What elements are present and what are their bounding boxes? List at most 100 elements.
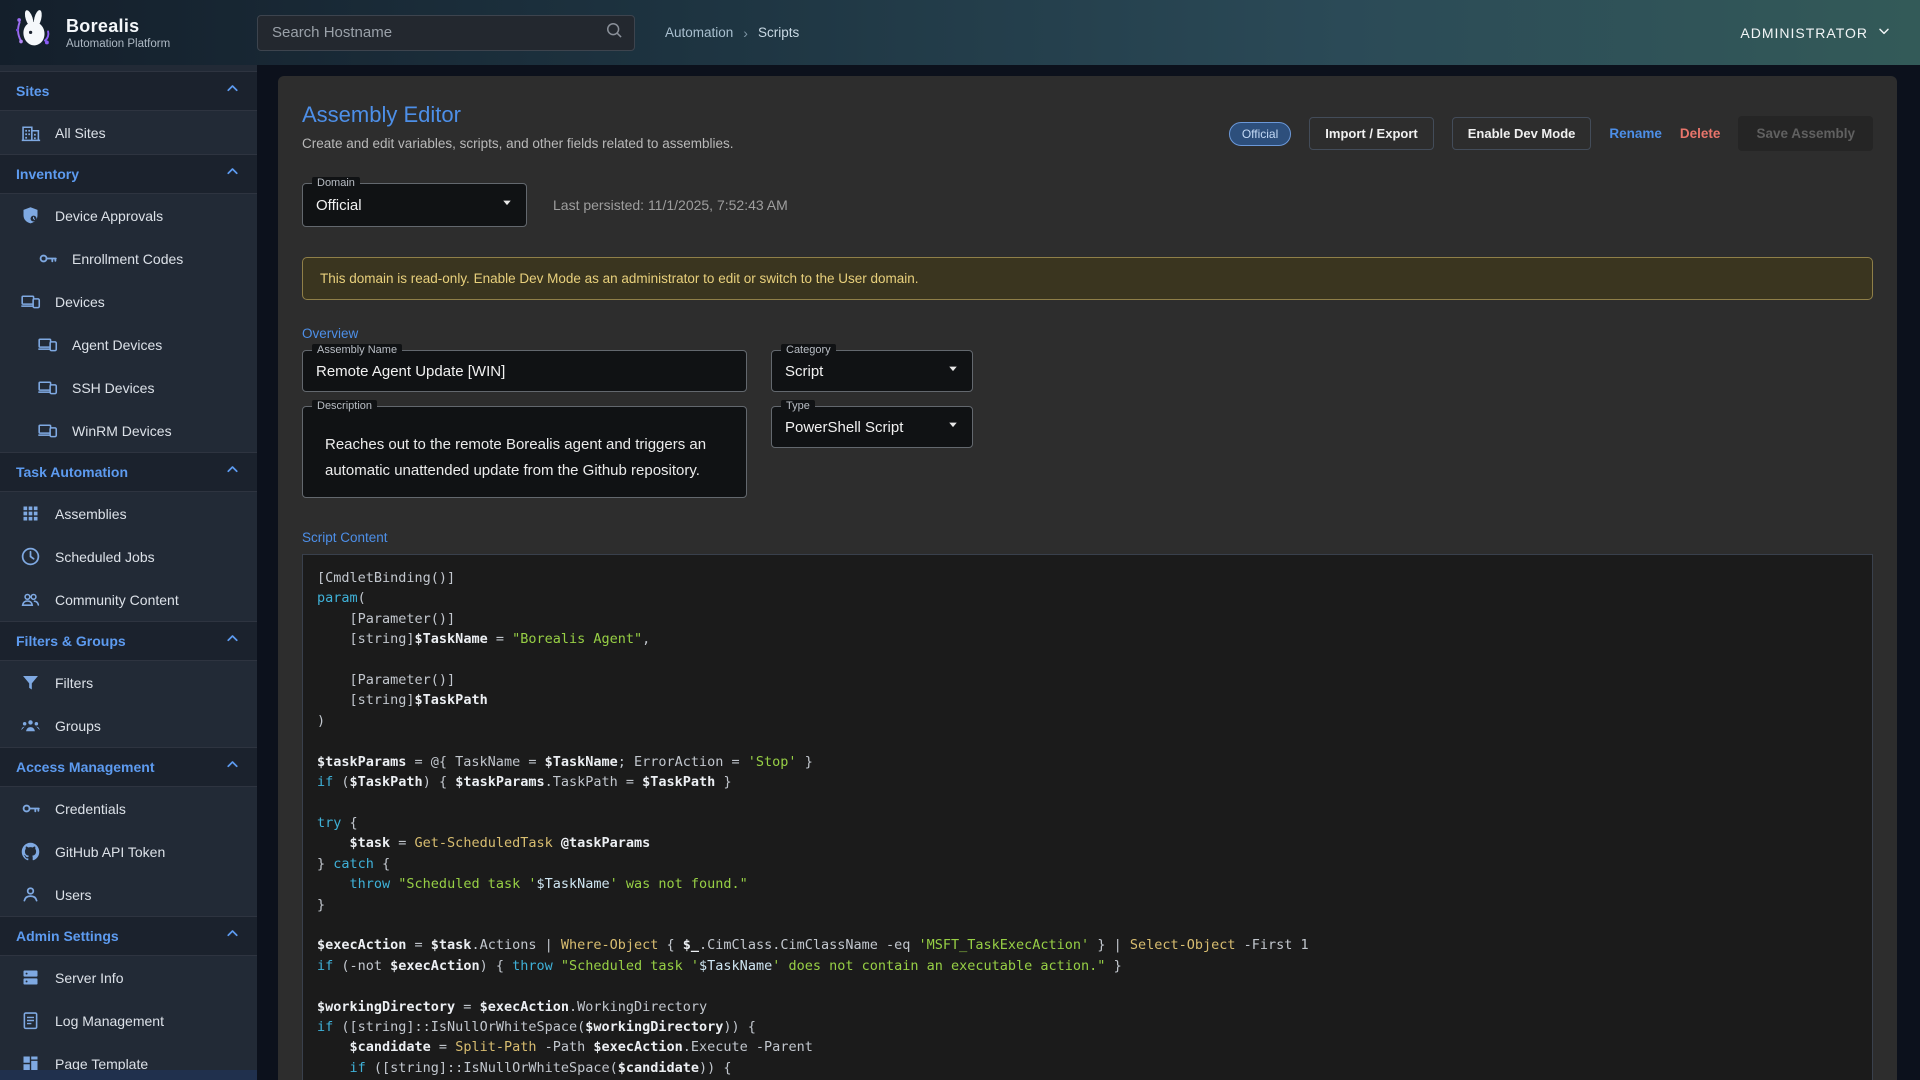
description-text: Reaches out to the remote Borealis agent… — [303, 407, 746, 484]
code-line: $execAction = $task.Actions | Where-Obje… — [317, 935, 1858, 955]
code-line: [CmdletBinding()] — [317, 568, 1858, 588]
sidebar-section-access-management[interactable]: Access Management — [0, 747, 257, 787]
sidebar-item-filters[interactable]: Filters — [0, 661, 257, 704]
sidebar-item-community-content[interactable]: Community Content — [0, 578, 257, 621]
dropdown-caret-icon — [498, 194, 516, 217]
app-root: Borealis Automation Platform Automation … — [0, 0, 1920, 1080]
sidebar-item-ssh-devices[interactable]: SSH Devices — [0, 366, 257, 409]
last-persisted-text: Last persisted: 11/1/2025, 7:52:43 AM — [553, 197, 788, 213]
sidebar-item-label: WinRM Devices — [72, 423, 172, 439]
sidebar-item-label: Server Info — [55, 970, 123, 986]
sidebar-item-server-info[interactable]: Server Info — [0, 956, 257, 999]
sidebar-section-label: Filters & Groups — [16, 633, 126, 649]
key-icon — [20, 798, 41, 819]
sidebar-section-label: Access Management — [16, 759, 155, 775]
sidebar-item-label: Devices — [55, 294, 105, 310]
chevron-down-icon — [1876, 23, 1892, 42]
enable-dev-mode-button[interactable]: Enable Dev Mode — [1452, 117, 1592, 150]
save-assembly-button[interactable]: Save Assembly — [1738, 116, 1873, 151]
brand-title: Borealis — [66, 16, 170, 37]
code-line: if ($TaskPath) { $taskParams.TaskPath = … — [317, 772, 1858, 792]
brand-subtitle: Automation Platform — [66, 38, 170, 50]
domain-select[interactable]: Domain Official — [302, 183, 527, 227]
assembly-editor-card: Assembly Editor Create and edit variable… — [278, 76, 1897, 1080]
code-line: } — [317, 895, 1858, 915]
sidebar-item-devices[interactable]: Devices — [0, 280, 257, 323]
sidebar-item-credentials[interactable]: Credentials — [0, 787, 257, 830]
code-line — [317, 976, 1858, 996]
sidebar-item-label: Assemblies — [55, 506, 127, 522]
sidebar-section-inventory[interactable]: Inventory — [0, 154, 257, 194]
category-label: Category — [781, 344, 836, 357]
sidebar-section-label: Admin Settings — [16, 928, 119, 944]
sidebar-item-label: All Sites — [55, 125, 106, 141]
assembly-name-input[interactable] — [303, 351, 746, 391]
sidebar-item-log-management[interactable]: Log Management — [0, 999, 257, 1042]
sidebar-section-task-automation[interactable]: Task Automation — [0, 452, 257, 492]
sidebar-item-device-approvals[interactable]: Device Approvals — [0, 194, 257, 237]
sidebar-section-admin-settings[interactable]: Admin Settings — [0, 916, 257, 956]
overview-section-label: Overview — [302, 326, 1873, 341]
sidebar-item-scheduled-jobs[interactable]: Scheduled Jobs — [0, 535, 257, 578]
chevron-up-icon — [224, 925, 241, 947]
user-menu-label: ADMINISTRATOR — [1740, 25, 1868, 41]
page-subtitle: Create and edit variables, scripts, and … — [302, 136, 733, 151]
breadcrumb-scripts[interactable]: Scripts — [758, 25, 799, 40]
sidebar-section-sites[interactable]: Sites — [0, 71, 257, 111]
shield-icon — [20, 205, 41, 226]
code-line: [string]$TaskName = "Borealis Agent", — [317, 629, 1858, 649]
chevron-up-icon — [224, 80, 241, 102]
sidebar-item-groups[interactable]: Groups — [0, 704, 257, 747]
description-label: Description — [312, 400, 377, 413]
sidebar-item-assemblies[interactable]: Assemblies — [0, 492, 257, 535]
type-value: PowerShell Script — [785, 419, 903, 436]
log-icon — [20, 1010, 41, 1031]
user-menu[interactable]: ADMINISTRATOR — [1740, 23, 1892, 42]
sidebar-item-label: Enrollment Codes — [72, 251, 183, 267]
chevron-up-icon — [224, 461, 241, 483]
sidebar-item-label: SSH Devices — [72, 380, 154, 396]
sidebar-item-page-template[interactable]: Page Template — [0, 1042, 257, 1070]
code-line: if ([string]::IsNullOrWhiteSpace($candid… — [317, 1058, 1858, 1078]
description-field[interactable]: Description Reaches out to the remote Bo… — [302, 406, 747, 498]
sidebar-item-enrollment-codes[interactable]: Enrollment Codes — [0, 237, 257, 280]
sidebar-item-winrm-devices[interactable]: WinRM Devices — [0, 409, 257, 452]
code-line: $taskParams = @{ TaskName = $TaskName; E… — [317, 752, 1858, 772]
code-line: throw "Scheduled task '$TaskName' was no… — [317, 874, 1858, 894]
sidebar-item-label: Device Approvals — [55, 208, 163, 224]
code-line: if ([string]::IsNullOrWhiteSpace($workin… — [317, 1017, 1858, 1037]
sidebar-item-all-sites[interactable]: All Sites — [0, 111, 257, 154]
sidebar-item-label: Community Content — [55, 592, 179, 608]
github-icon — [20, 841, 41, 862]
sidebar-section-label: Inventory — [16, 166, 79, 182]
rename-button[interactable]: Rename — [1609, 126, 1662, 141]
layout-icon — [20, 1053, 41, 1070]
script-code-editor[interactable]: [CmdletBinding()]param( [Parameter()] [s… — [302, 554, 1873, 1080]
assembly-name-field[interactable]: Assembly Name — [302, 350, 747, 392]
code-line — [317, 792, 1858, 812]
import-export-button[interactable]: Import / Export — [1309, 117, 1433, 150]
code-line — [317, 650, 1858, 670]
sidebar-item-users[interactable]: Users — [0, 873, 257, 916]
user-icon — [20, 884, 41, 905]
sidebar-item-agent-devices[interactable]: Agent Devices — [0, 323, 257, 366]
chevron-up-icon — [224, 163, 241, 185]
top-bar: Borealis Automation Platform Automation … — [0, 0, 1920, 65]
clock-icon — [20, 546, 41, 567]
breadcrumb-automation[interactable]: Automation — [665, 25, 733, 40]
sidebar-item-label: Filters — [55, 675, 93, 691]
readonly-warning-banner: This domain is read-only. Enable Dev Mod… — [302, 257, 1873, 300]
search-icon[interactable] — [604, 20, 624, 45]
hostname-search[interactable] — [257, 15, 635, 51]
code-line: [string]$TaskPath — [317, 690, 1858, 710]
code-line: [Parameter()] — [317, 609, 1858, 629]
type-select[interactable]: Type PowerShell Script — [771, 406, 973, 448]
code-line: } catch { — [317, 854, 1858, 874]
sidebar-item-github-api-token[interactable]: GitHub API Token — [0, 830, 257, 873]
server-icon — [20, 967, 41, 988]
code-line: $task = Get-ScheduledTask @taskParams — [317, 833, 1858, 853]
sidebar-section-filters-groups[interactable]: Filters & Groups — [0, 621, 257, 661]
delete-button[interactable]: Delete — [1680, 126, 1721, 141]
search-input[interactable] — [272, 24, 604, 41]
category-select[interactable]: Category Script — [771, 350, 973, 392]
